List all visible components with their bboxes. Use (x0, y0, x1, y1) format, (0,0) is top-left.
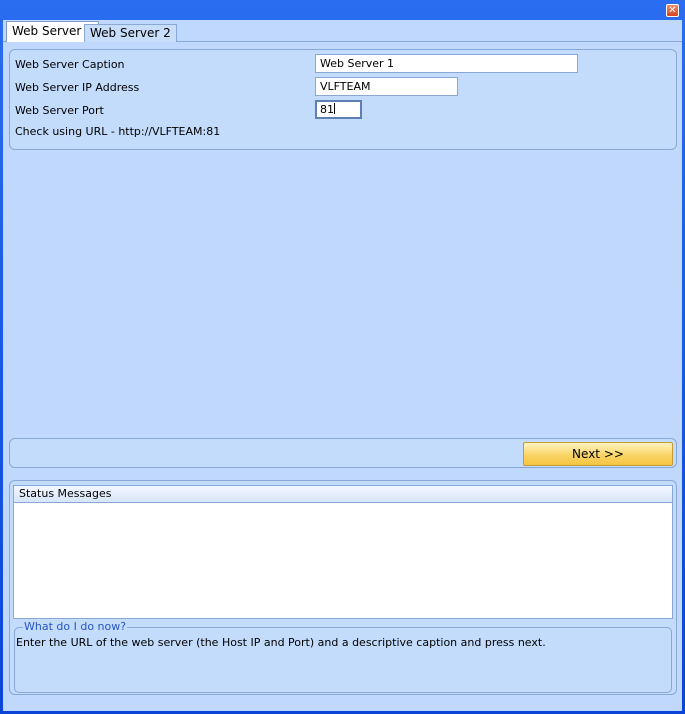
help-text: Enter the URL of the web server (the Hos… (16, 636, 546, 649)
check-url-text: Check using URL - http://VLFTEAM:81 (15, 125, 221, 138)
title-bar[interactable]: ✕ (0, 0, 685, 20)
tab-strip: Web Server 1 Web Server 2 (3, 20, 682, 42)
next-button[interactable]: Next >> (523, 442, 673, 466)
tab-web-server-2[interactable]: Web Server 2 (84, 24, 177, 42)
status-messages-list[interactable] (13, 503, 673, 619)
status-messages-header[interactable]: Status Messages (13, 485, 673, 503)
caption-label: Web Server Caption (15, 58, 125, 71)
text-caret (334, 103, 335, 114)
port-label: Web Server Port (15, 104, 104, 117)
status-panel: Status Messages What do I do now? Enter … (9, 480, 677, 695)
port-input[interactable]: 81 (315, 100, 362, 119)
close-icon[interactable]: ✕ (666, 4, 679, 17)
client-area: Web Server 1 Web Server 2 Web Server Cap… (3, 20, 682, 711)
port-value: 81 (320, 103, 334, 116)
navigation-panel: Next >> (9, 438, 677, 468)
setup-window: ✕ Web Server 1 Web Server 2 Web Server C… (0, 0, 685, 714)
ip-address-label: Web Server IP Address (15, 81, 140, 94)
caption-input[interactable]: Web Server 1 (315, 54, 578, 73)
help-group: What do I do now? Enter the URL of the w… (14, 621, 672, 693)
help-legend: What do I do now? (23, 620, 128, 633)
web-server-settings-panel: Web Server Caption Web Server 1 Web Serv… (9, 49, 677, 150)
ip-address-input[interactable]: VLFTEAM (315, 77, 458, 96)
